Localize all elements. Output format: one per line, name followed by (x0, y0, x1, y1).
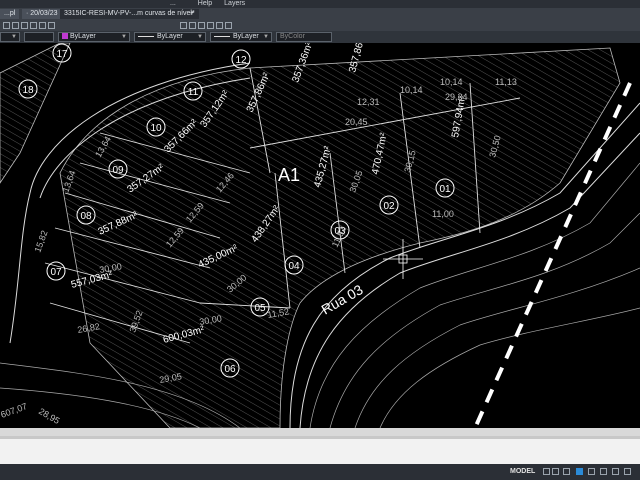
svg-text:29,24: 29,24 (445, 92, 468, 102)
contour-line (354, 267, 640, 428)
plotstyle-dropdown[interactable]: ByColor (276, 32, 332, 42)
command-line-border (0, 436, 640, 439)
layer-icon[interactable] (216, 22, 223, 29)
new-icon[interactable] (3, 22, 10, 29)
lineweight-sample (214, 35, 230, 37)
drawing-canvas[interactable]: 01 02 03 04 05 06 07 08 09 10 11 12 17 1… (0, 43, 640, 428)
orbit-icon[interactable] (198, 22, 205, 29)
status-bar: MODEL (0, 464, 640, 480)
svg-text:10,14: 10,14 (400, 85, 423, 95)
osnap-icon[interactable] (588, 468, 595, 475)
street-label: Rua 03 (319, 281, 366, 318)
lot-number: 11 (188, 87, 199, 98)
svg-text:11,13: 11,13 (495, 77, 517, 87)
block-label: A1 (278, 165, 300, 185)
lot-number: 01 (439, 184, 451, 195)
left-lots-hatch (0, 43, 71, 184)
lot-number: 08 (80, 211, 92, 222)
lineweight-value: ByLayer (233, 33, 259, 40)
plotstyle-value: ByColor (280, 33, 305, 40)
lot-number: 02 (383, 201, 395, 212)
file-tab-1[interactable]: ...pl (0, 9, 20, 19)
otrack-icon[interactable] (600, 468, 607, 475)
layer-tools[interactable] (24, 32, 54, 42)
color-value: ByLayer (70, 33, 96, 40)
model-space-button[interactable]: MODEL (510, 467, 535, 476)
lot-number: 10 (150, 123, 162, 134)
svg-text:607,07: 607,07 (0, 401, 29, 420)
lot-number: 06 (224, 364, 236, 375)
match-properties-icon[interactable] (207, 22, 214, 29)
menu-item-layers[interactable]: Layers (224, 0, 245, 7)
lot-number: 05 (254, 303, 266, 314)
drawing-svg[interactable]: 01 02 03 04 05 06 07 08 09 10 11 12 17 1… (0, 43, 640, 428)
chevron-down-icon: ▼ (197, 34, 203, 40)
save-icon[interactable] (21, 22, 28, 29)
lineweight-dropdown[interactable]: ByLayer ▼ (210, 32, 272, 42)
lot-number: 09 (112, 165, 124, 176)
title-bar: ... Help Layers (0, 0, 640, 8)
linetype-dropdown[interactable]: ByLayer ▼ (134, 32, 206, 42)
zoom-icon[interactable] (189, 22, 196, 29)
ortho-icon[interactable] (563, 468, 570, 475)
color-dropdown[interactable]: ByLayer ▼ (58, 32, 130, 42)
print-icon[interactable] (48, 22, 55, 29)
grid-icon[interactable] (543, 468, 550, 475)
file-tab-bar: ...pl · 20/03/23 3315IC-RESI-MV-PV-...m … (0, 8, 640, 20)
customize-icon[interactable] (624, 468, 631, 475)
chevron-down-icon: ▼ (263, 34, 269, 40)
color-swatch (62, 33, 68, 40)
properties-bar: ▼ ByLayer ▼ ByLayer ▼ ByLayer ▼ ByColor (0, 31, 640, 43)
pan-icon[interactable] (180, 22, 187, 29)
open-icon[interactable] (12, 22, 19, 29)
svg-text:11,00: 11,00 (432, 209, 454, 219)
quick-access-toolbar (0, 20, 640, 31)
undo-icon[interactable] (30, 22, 37, 29)
menu-item-more[interactable]: ... (170, 0, 176, 7)
svg-text:20,45: 20,45 (345, 117, 368, 127)
lot-number: 17 (56, 49, 68, 60)
lot-number: 04 (288, 261, 300, 272)
chevron-down-icon: ▼ (11, 34, 17, 40)
layer-state-dropdown[interactable]: ▼ (0, 32, 20, 42)
svg-text:15,82: 15,82 (32, 229, 49, 254)
lot-number: 18 (22, 85, 34, 96)
file-tab-active[interactable]: 3315IC-RESI-MV-PV-...m curvas de nível* (60, 9, 199, 19)
svg-text:10,14: 10,14 (440, 77, 463, 87)
road-edge (9, 192, 31, 344)
lot-number: 07 (50, 267, 62, 278)
chevron-down-icon: ▼ (121, 34, 127, 40)
lot-label-07[interactable]: 07 (46, 261, 66, 281)
linetype-value: ByLayer (157, 33, 183, 40)
lot-number: 12 (235, 55, 247, 66)
new-tab-button[interactable]: + (186, 9, 198, 19)
svg-text:12,31: 12,31 (357, 97, 380, 107)
contour-line (379, 307, 640, 428)
polar-icon[interactable] (576, 468, 583, 475)
linetype-sample (138, 35, 154, 37)
lot-label-12[interactable]: 12 (231, 49, 251, 69)
snap-icon[interactable] (552, 468, 559, 475)
measure-icon[interactable] (225, 22, 232, 29)
command-line[interactable] (0, 436, 640, 464)
lineweight-icon[interactable] (612, 468, 619, 475)
command-history (0, 428, 640, 436)
file-tab-2[interactable]: · 20/03/23 (22, 9, 62, 19)
svg-text:28,95: 28,95 (37, 406, 62, 426)
redo-icon[interactable] (39, 22, 46, 29)
menu-item-help[interactable]: Help (198, 0, 212, 7)
